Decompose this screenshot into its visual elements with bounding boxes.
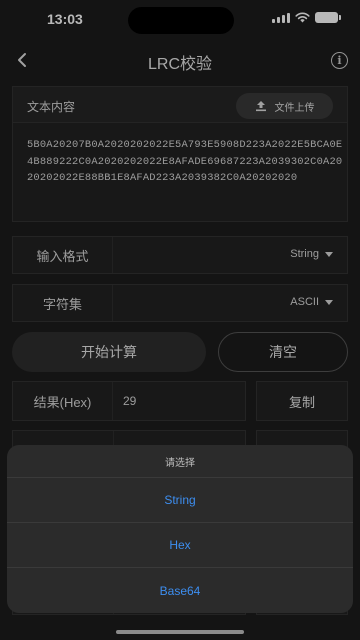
picker-title: 请选择 [7, 445, 353, 478]
picker-option-base64[interactable]: Base64 [7, 568, 353, 613]
format-picker-sheet: 请选择 String Hex Base64 [7, 445, 353, 613]
picker-option-string[interactable]: String [7, 478, 353, 523]
home-indicator [116, 630, 244, 634]
picker-option-hex[interactable]: Hex [7, 523, 353, 568]
